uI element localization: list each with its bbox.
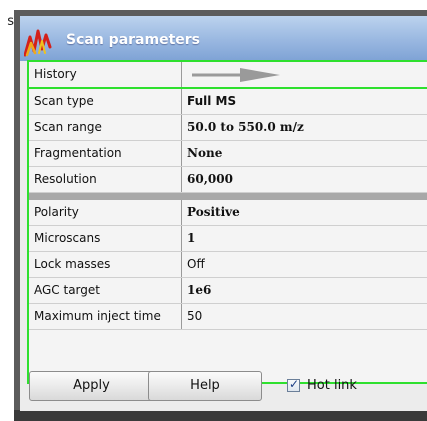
hot-link-checkbox[interactable]: ✓ [287,377,300,392]
scan-range-value[interactable]: 50.0 to 550.0 m/z [182,115,427,140]
scan-type-value[interactable]: Full MS [182,89,427,114]
arrow-right-icon [192,68,280,82]
row-label: Microscans [29,226,182,251]
maximum-inject-time-value[interactable]: 50 [182,304,427,329]
checkmark-icon: ✓ [289,377,300,391]
row-label: Polarity [29,200,182,225]
microscans-value[interactable]: 1 [182,226,427,251]
row-label: Maximum inject time [29,304,182,329]
scan-parameters-window: Scan parameters History Scan type Full M… [20,16,427,411]
resolution-value[interactable]: 60,000 [182,167,427,192]
help-button[interactable]: Help [148,371,262,401]
history-value[interactable] [182,62,427,87]
clipped-edge-text: s [7,14,14,29]
title-bar[interactable]: Scan parameters [20,16,427,61]
fragmentation-value[interactable]: None [182,141,427,166]
window-title: Scan parameters [66,32,200,48]
row-maximum-inject-time[interactable]: Maximum inject time 50 [29,304,427,330]
row-label: AGC target [29,278,182,303]
row-label: Scan type [29,89,182,114]
row-agc-target[interactable]: AGC target 1e6 [29,278,427,304]
lock-masses-value[interactable]: Off [182,252,427,277]
group-separator [29,193,427,200]
agc-target-value[interactable]: 1e6 [182,278,427,303]
row-polarity[interactable]: Polarity Positive [29,200,427,226]
row-label: History [29,62,182,87]
hot-link-label: Hot link [307,378,357,393]
scan-parameters-grid: History Scan type Full MS Scan range 50.… [27,60,427,384]
row-label: Lock masses [29,252,182,277]
row-scan-type[interactable]: Scan type Full MS [29,89,427,115]
row-label: Scan range [29,115,182,140]
row-microscans[interactable]: Microscans 1 [29,226,427,252]
row-scan-range[interactable]: Scan range 50.0 to 550.0 m/z [29,115,427,141]
apply-button[interactable]: Apply [29,371,154,401]
row-history[interactable]: History [29,62,427,89]
row-resolution[interactable]: Resolution 60,000 [29,167,427,193]
orbitrap-peaks-logo-icon [24,29,52,57]
polarity-value[interactable]: Positive [182,200,427,225]
row-fragmentation[interactable]: Fragmentation None [29,141,427,167]
row-label: Resolution [29,167,182,192]
row-label: Fragmentation [29,141,182,166]
backdrop-bottom-band [14,410,427,421]
row-lock-masses[interactable]: Lock masses Off [29,252,427,278]
